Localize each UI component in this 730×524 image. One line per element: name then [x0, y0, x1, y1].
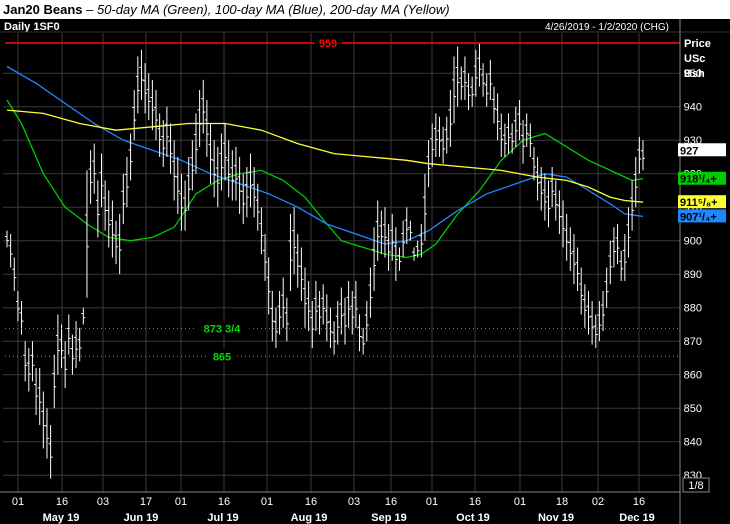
units-label: Price — [684, 38, 711, 50]
price-marker-label: 907¹/₄+ — [680, 211, 717, 223]
symbol-title: Jan20 Beans — [3, 2, 83, 17]
x-day-tick: 01 — [261, 496, 273, 508]
x-month-label: Aug 19 — [291, 512, 328, 524]
y-tick-label: 850 — [684, 403, 702, 415]
title-separator: – — [82, 2, 97, 17]
y-tick-label: 840 — [684, 437, 702, 449]
y-tick-label: 950 — [684, 68, 702, 80]
y-tick-label: 940 — [684, 102, 702, 114]
x-day-tick: 16 — [218, 496, 230, 508]
x-month-label: Jul 19 — [207, 512, 238, 524]
x-month-label: Nov 19 — [538, 512, 574, 524]
x-day-tick: 01 — [514, 496, 526, 508]
x-day-tick: 02 — [592, 496, 604, 508]
x-day-tick: 01 — [426, 496, 438, 508]
x-day-tick: 18 — [556, 496, 568, 508]
y-tick-label: 890 — [684, 269, 702, 281]
reference-label: 865 — [213, 351, 231, 363]
indicator-description: 50-day MA (Green), 100-day MA (Blue), 20… — [96, 2, 450, 17]
x-day-tick: 16 — [385, 496, 397, 508]
x-day-tick: 16 — [633, 496, 645, 508]
x-day-tick: 16 — [305, 496, 317, 508]
x-month-label: May 19 — [43, 512, 80, 524]
reference-label: 959 — [319, 38, 337, 50]
price-marker-label: 911⁵/₈+ — [680, 197, 718, 209]
x-day-tick: 01 — [12, 496, 24, 508]
chart-title-bar: Jan20 Beans – 50-day MA (Green), 100-day… — [0, 0, 730, 19]
y-tick-label: 880 — [684, 303, 702, 315]
price-chart: 959 873 3/4 865 Daily 1SF0 4/26/2019 - 1/2/… — [0, 19, 730, 524]
y-tick-label: 870 — [684, 336, 702, 348]
x-day-tick: 01 — [175, 496, 187, 508]
units-label: USc — [684, 53, 705, 65]
x-day-tick: 03 — [348, 496, 360, 508]
chart-root: Jan20 Beans – 50-day MA (Green), 100-day… — [0, 0, 730, 524]
x-day-tick: 16 — [469, 496, 481, 508]
price-marker-label: 927 — [680, 145, 698, 157]
x-day-tick: 16 — [56, 496, 68, 508]
x-day-tick: 17 — [140, 496, 152, 508]
x-month-label: Sep 19 — [371, 512, 406, 524]
x-month-label: Dec 19 — [619, 512, 654, 524]
x-month-label: Oct 19 — [456, 512, 490, 524]
fraction-label: 1/8 — [688, 480, 703, 492]
price-marker-label: 918¹/₄+ — [680, 174, 717, 186]
date-range-label: 4/26/2019 - 1/2/2020 (CHG) — [545, 22, 669, 33]
panel-label: Daily 1SF0 — [4, 21, 60, 33]
y-tick-label: 900 — [684, 236, 702, 248]
reference-label: 873 3/4 — [204, 324, 242, 336]
x-day-tick: 03 — [97, 496, 109, 508]
x-month-label: Jun 19 — [124, 512, 159, 524]
chart-background — [0, 19, 730, 524]
y-tick-label: 860 — [684, 370, 702, 382]
